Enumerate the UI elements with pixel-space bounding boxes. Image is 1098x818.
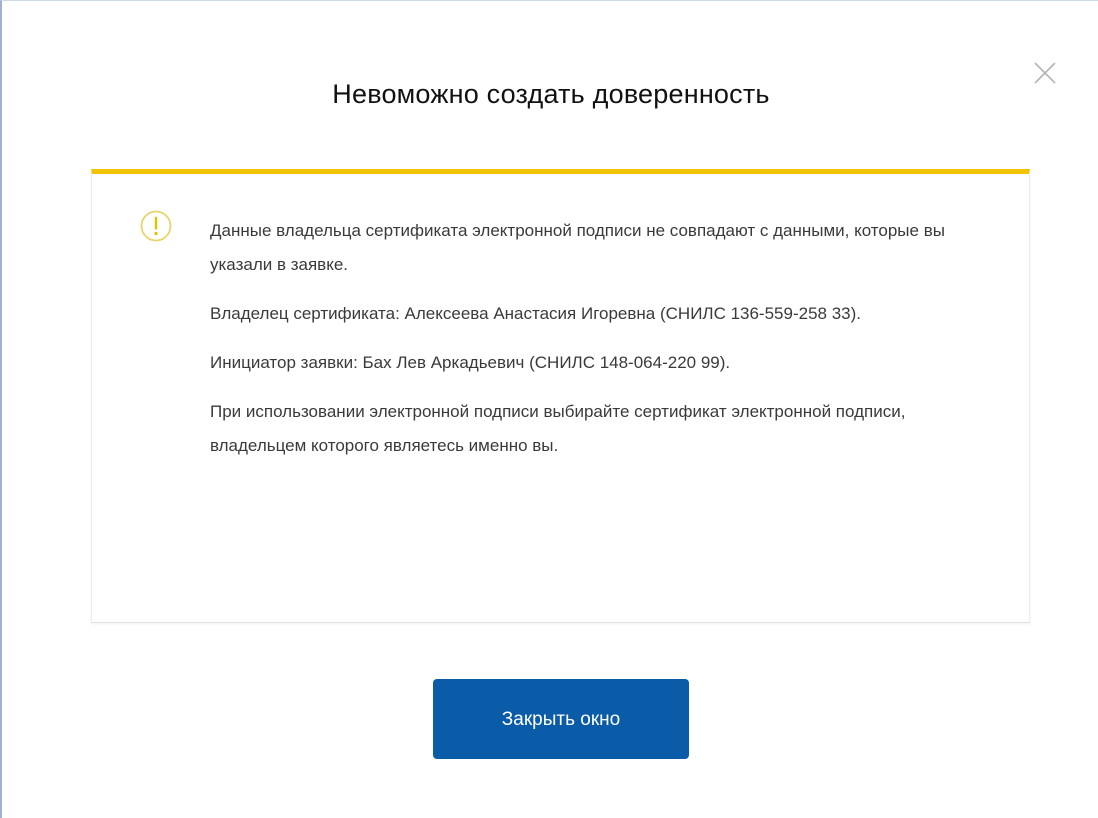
dialog-title: Невоможно создать доверенность	[332, 79, 770, 109]
close-window-button[interactable]: Закрыть окно	[433, 679, 689, 759]
warning-paragraph-advice: При использовании электронной подписи вы…	[210, 402, 906, 455]
exclamation-circle-icon	[139, 209, 173, 243]
warning-paragraph-owner: Владелец сертификата: Алексеева Анастаси…	[210, 304, 861, 323]
warning-paragraph-mismatch: Данные владельца сертификата электронной…	[210, 221, 945, 274]
warning-paragraph-initiator: Инициатор заявки: Бах Лев Аркадьевич (СН…	[210, 353, 731, 372]
dialog-window: Невоможно создать доверенность Данные вл…	[0, 0, 1098, 818]
warning-message: Данные владельца сертификата электронной…	[210, 214, 980, 478]
warning-box: Данные владельца сертификата электронной…	[91, 169, 1030, 623]
